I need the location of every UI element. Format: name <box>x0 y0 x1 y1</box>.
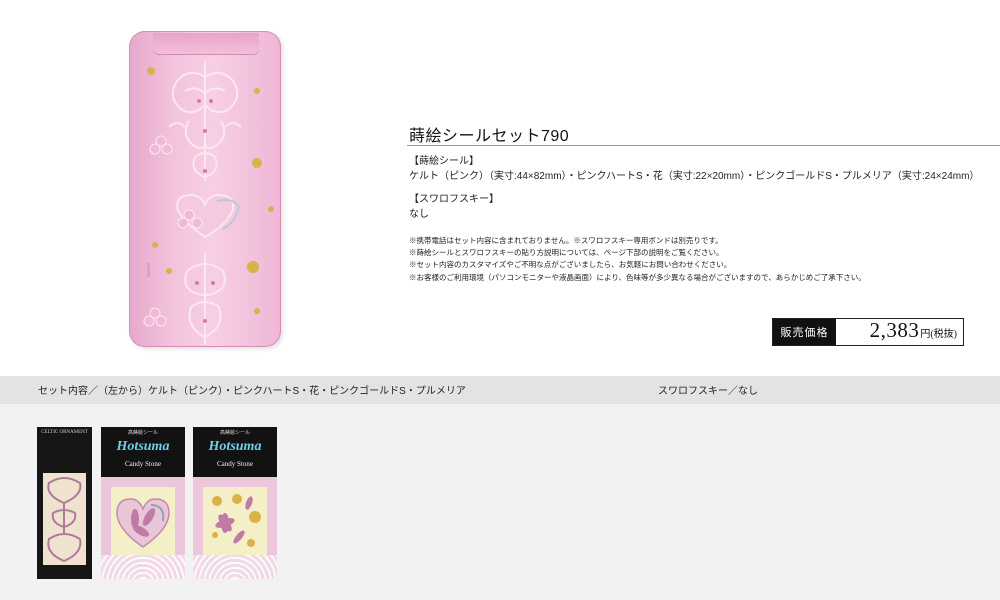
celtic-sticker-card: CELTIC ORNAMENT <box>37 427 92 579</box>
heart-sticker-window <box>111 487 175 555</box>
maki-heading: 【蒔絵シール】 <box>409 156 479 167</box>
note-item: ※携帯電話はセット内容に含まれておりません。※スワロフスキー専用ボンドは別売りで… <box>409 236 723 245</box>
black-card-label: CELTIC ORNAMENT <box>41 430 88 435</box>
plumeria-icon <box>212 494 261 547</box>
card-lace <box>101 555 185 579</box>
plumeria-sticker-card: 高蒔絵シール Hotsuma Candy Stone <box>193 427 277 579</box>
heart-flower-sticker-card: 高蒔絵シール Hotsuma Candy Stone <box>101 427 185 579</box>
card-logo: Hotsuma <box>208 439 262 454</box>
product-title: 蒔絵シールセット790 <box>409 128 570 145</box>
maki-value: ケルト（ピンク）（実寸:44×82mm）・ピンクハートS・花（実寸:22×20m… <box>409 171 980 182</box>
heart-flower-icon <box>116 498 170 548</box>
plumeria-sticker-window <box>203 487 267 555</box>
notes-list: ※携帯電話はセット内容に含まれておりません。※スワロフスキー専用ボンドは別売りで… <box>409 235 866 284</box>
card-subtitle: Candy Stone <box>125 460 161 468</box>
price-box: 販売価格 2,383 円(税抜) <box>772 318 964 346</box>
swarovski-value: なし <box>409 209 429 220</box>
set-contents-band: セット内容／（左から）ケルト（ピンク）・ピンクハートS・花・ピンクゴールドS・プ… <box>0 376 1000 404</box>
set-contents-text: セット内容／（左から）ケルト（ピンク）・ピンクハートS・花・ピンクゴールドS・プ… <box>38 386 466 397</box>
title-divider <box>407 145 1000 146</box>
card-subtitle: Candy Stone <box>217 460 253 468</box>
note-item: ※蒔絵シールとスワロフスキーの貼り方説明については、ページ下部の説明をご覧くださ… <box>409 248 724 258</box>
card-small-label: 高蒔絵シール <box>127 430 158 436</box>
price-unit: 円(税抜) <box>920 329 957 340</box>
celtic-sticker-window <box>43 473 86 565</box>
swarovski-heading: 【スワロフスキー】 <box>409 194 499 205</box>
maki-e-decoration <box>143 61 274 345</box>
card-lace <box>193 555 277 579</box>
swarovski-contents-text: スワロフスキー／なし <box>658 386 758 397</box>
price-label: 販売価格 <box>773 319 836 345</box>
note-item: ※お客様のご利用環境（パソコンモニターや液晶画面）により、色味等が多少異なる場合… <box>409 272 866 282</box>
celtic-pattern-icon <box>47 477 82 563</box>
card-logo: Hotsuma <box>116 439 170 454</box>
note-item: ※セット内容のカスタマイズやご不明な点がございましたら、お気軽にお問い合わせくだ… <box>409 260 732 270</box>
price-value: 2,383 <box>869 318 920 342</box>
phone-product-image <box>129 31 281 347</box>
price-value-wrap: 2,383 円(税抜) <box>836 319 963 345</box>
card-small-label: 高蒔絵シール <box>219 430 250 436</box>
